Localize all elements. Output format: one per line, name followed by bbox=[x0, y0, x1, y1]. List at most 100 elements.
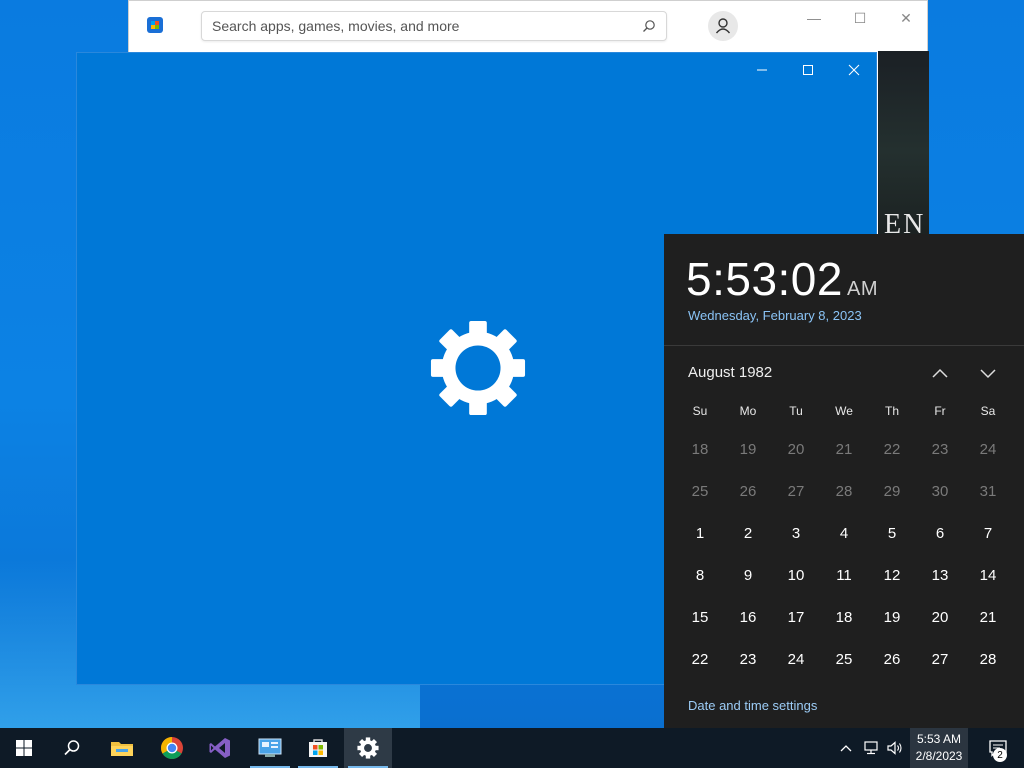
calendar-day[interactable]: 13 bbox=[916, 554, 964, 596]
calendar-day[interactable]: 21 bbox=[964, 596, 1012, 638]
calendar-day[interactable]: 20 bbox=[916, 596, 964, 638]
calendar-day[interactable]: 18 bbox=[820, 596, 868, 638]
calendar-day[interactable]: 31 bbox=[964, 470, 1012, 512]
taskbar-chrome[interactable] bbox=[148, 728, 196, 768]
clock-flyout: 5:53:02 AM Wednesday, February 8, 2023 Au… bbox=[664, 234, 1024, 728]
date-time-settings-link[interactable]: Date and time settings bbox=[688, 698, 817, 713]
store-minimize-button[interactable]: — bbox=[791, 5, 837, 31]
calendar-day[interactable]: 23 bbox=[916, 428, 964, 470]
calendar-day[interactable]: 12 bbox=[868, 554, 916, 596]
calendar-day[interactable]: 26 bbox=[724, 470, 772, 512]
taskbar-settings[interactable] bbox=[344, 728, 392, 768]
calendar-day[interactable]: 8 bbox=[676, 554, 724, 596]
calendar-weekday-header: Th bbox=[884, 404, 899, 418]
calendar-day[interactable]: 21 bbox=[820, 428, 868, 470]
calendar-day[interactable]: 20 bbox=[772, 428, 820, 470]
network-icon bbox=[864, 741, 878, 755]
visual-studio-icon bbox=[209, 738, 230, 758]
calendar-day[interactable]: 5 bbox=[868, 512, 916, 554]
calendar-header-gap bbox=[676, 420, 1012, 428]
taskbar-control-panel[interactable] bbox=[246, 728, 294, 768]
taskbar bbox=[0, 728, 1024, 768]
volume-icon bbox=[887, 741, 902, 755]
calendar-day[interactable]: 6 bbox=[916, 512, 964, 554]
calendar-day[interactable]: 23 bbox=[724, 638, 772, 680]
calendar-prev-button[interactable] bbox=[926, 362, 954, 384]
volume-tray-button[interactable] bbox=[884, 728, 906, 768]
calendar-day[interactable]: 10 bbox=[772, 554, 820, 596]
minimize-icon bbox=[757, 69, 767, 71]
store-maximize-button[interactable]: ☐ bbox=[837, 5, 883, 31]
calendar-day[interactable]: 19 bbox=[868, 596, 916, 638]
calendar-day[interactable]: 29 bbox=[868, 470, 916, 512]
search-icon bbox=[64, 740, 80, 756]
store-search-input[interactable]: Search apps, games, movies, and more bbox=[201, 11, 667, 41]
calendar-day[interactable]: 17 bbox=[772, 596, 820, 638]
calendar-day[interactable]: 9 bbox=[724, 554, 772, 596]
search-icon[interactable] bbox=[642, 19, 656, 33]
show-hidden-icons-button[interactable] bbox=[836, 728, 856, 768]
taskbar-clock-time: 5:53 AM bbox=[916, 732, 962, 746]
gear-icon bbox=[430, 320, 526, 416]
account-avatar[interactable] bbox=[708, 11, 738, 41]
taskbar-clock-date: 2/8/2023 bbox=[915, 749, 963, 763]
start-button[interactable] bbox=[0, 728, 48, 768]
calendar-day[interactable]: 30 bbox=[916, 470, 964, 512]
calendar-day[interactable]: 11 bbox=[820, 554, 868, 596]
store-icon bbox=[309, 739, 327, 757]
maximize-icon bbox=[803, 65, 813, 75]
file-explorer-icon bbox=[111, 742, 133, 756]
taskbar-clock[interactable]: 5:53 AM 2/8/2023 bbox=[910, 728, 968, 768]
taskbar-file-explorer[interactable] bbox=[98, 728, 146, 768]
calendar-day[interactable]: 16 bbox=[724, 596, 772, 638]
chevron-up-icon bbox=[840, 745, 852, 752]
calendar-day[interactable]: 28 bbox=[820, 470, 868, 512]
calendar-day[interactable]: 3 bbox=[772, 512, 820, 554]
calendar-day[interactable]: 22 bbox=[676, 638, 724, 680]
calendar-day[interactable]: 24 bbox=[772, 638, 820, 680]
calendar-day[interactable]: 27 bbox=[772, 470, 820, 512]
clock-date-link[interactable]: Wednesday, February 8, 2023 bbox=[688, 308, 862, 323]
taskbar-search-button[interactable] bbox=[48, 728, 96, 768]
calendar-day[interactable]: 4 bbox=[820, 512, 868, 554]
calendar-day[interactable]: 24 bbox=[964, 428, 1012, 470]
calendar-day[interactable]: 2 bbox=[724, 512, 772, 554]
calendar-day[interactable]: 18 bbox=[676, 428, 724, 470]
calendar-month-label[interactable]: August 1982 bbox=[688, 364, 772, 381]
calendar-day[interactable]: 26 bbox=[868, 638, 916, 680]
calendar-day[interactable]: 7 bbox=[964, 512, 1012, 554]
calendar-day[interactable]: 1 bbox=[676, 512, 724, 554]
calendar-grid: Su Mo Tu We Th Fr Sa 18 19 20 21 22 23 24 25 26 27 28 29 30… bbox=[676, 404, 1012, 680]
store-close-button[interactable]: ✕ bbox=[883, 5, 929, 31]
calendar-weekday-header: Tu bbox=[789, 404, 803, 418]
calendar-weekday-header: We bbox=[835, 404, 853, 418]
chevron-up-icon bbox=[932, 368, 948, 378]
calendar-day[interactable]: 25 bbox=[676, 470, 724, 512]
calendar-day[interactable]: 25 bbox=[820, 638, 868, 680]
close-icon bbox=[848, 64, 860, 76]
taskbar-visual-studio[interactable] bbox=[196, 728, 244, 768]
calendar-day[interactable]: 22 bbox=[868, 428, 916, 470]
control-panel-icon bbox=[258, 738, 282, 757]
calendar-next-button[interactable] bbox=[974, 362, 1002, 384]
calendar-day[interactable]: 28 bbox=[964, 638, 1012, 680]
calendar-day[interactable]: 14 bbox=[964, 554, 1012, 596]
chevron-down-icon bbox=[980, 369, 996, 379]
calendar-day[interactable]: 27 bbox=[916, 638, 964, 680]
settings-maximize-button[interactable] bbox=[785, 55, 831, 85]
calendar-weekday-header: Fr bbox=[934, 404, 946, 418]
settings-icon bbox=[357, 737, 379, 759]
flyout-divider bbox=[664, 345, 1024, 346]
network-tray-button[interactable] bbox=[860, 728, 882, 768]
calendar-weekday-header: Sa bbox=[980, 404, 996, 418]
calendar-day[interactable]: 15 bbox=[676, 596, 724, 638]
clock-time: 5:53:02 AM bbox=[686, 253, 878, 305]
notification-count-badge: 2 bbox=[993, 748, 1007, 762]
taskbar-store[interactable] bbox=[294, 728, 342, 768]
settings-close-button[interactable] bbox=[831, 55, 877, 85]
store-search-placeholder: Search apps, games, movies, and more bbox=[212, 18, 460, 34]
settings-minimize-button[interactable] bbox=[739, 55, 785, 85]
calendar-day[interactable]: 19 bbox=[724, 428, 772, 470]
person-icon bbox=[715, 18, 731, 34]
clock-ampm: AM bbox=[846, 278, 878, 300]
